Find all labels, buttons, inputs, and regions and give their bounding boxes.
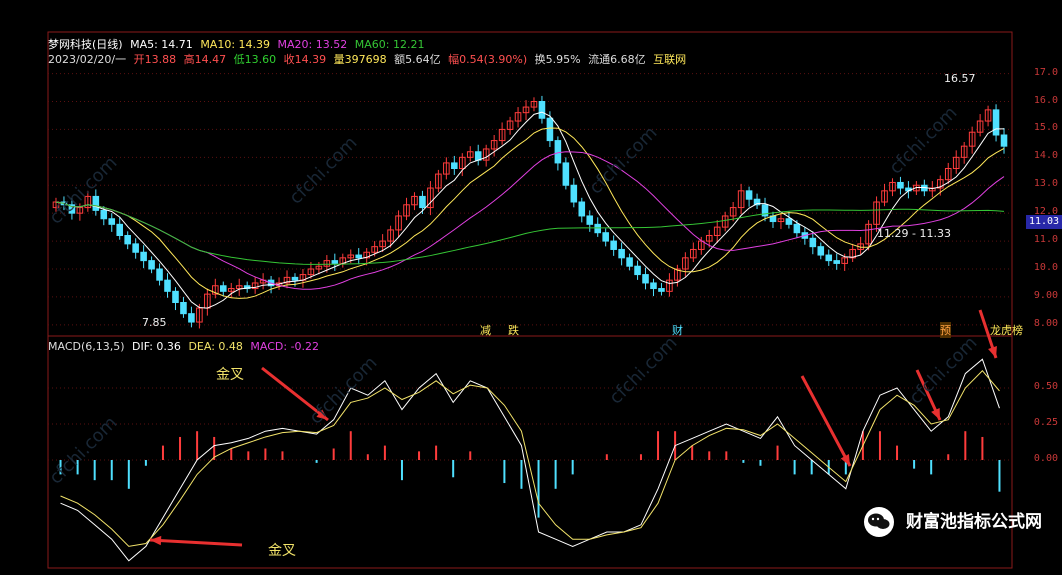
price-tick-label: 11.0 [1033,234,1058,246]
macd-name[interactable]: MACD(6,13,5) [48,340,125,353]
candle-body [745,190,753,200]
candle-body [897,181,904,189]
candle-body [474,151,482,161]
golden-cross-label: 金叉 [216,367,244,383]
candle-body [156,268,163,281]
candle-body [578,201,586,217]
candle-body [164,279,171,292]
brand-text: 财富池指标公式网 [906,512,1042,532]
candle-body [546,117,554,142]
candle-body [833,260,841,264]
candle-body [658,288,665,292]
candle-body [148,260,155,270]
candle-body [618,248,625,259]
candle-body [140,251,147,262]
annotation-arrow [149,538,243,547]
candle-body [634,265,641,276]
candle-body [785,218,793,225]
event-marker[interactable]: 预 [940,322,951,338]
candle-body [132,243,139,253]
stock-chart-window: 梦网科技(日线) MA5: 14.71 MA10: 14.39 MA20: 13… [0,0,1062,575]
candle-body [602,232,609,242]
dea-line [60,369,1000,547]
price-tick-label: 10.0 [1033,262,1058,273]
annotation-arrow [800,375,852,467]
annotation-arrowhead [988,346,997,358]
high-label: 16.57 [944,72,976,85]
golden-cross-label: 金叉 [268,543,296,559]
candle-body [1000,134,1008,147]
candle-body [451,162,458,170]
price-tick-label: 15.0 [1033,122,1058,134]
macd-tick-label: 0.25 [1033,417,1058,428]
candle-body [116,223,124,236]
candle-body [219,285,227,292]
chart-canvas [47,31,1013,569]
candle-body [180,302,187,315]
macd-legend-row: MACD(6,13,5) DIF: 0.36 DEA: 0.48 MACD: -… [48,340,323,354]
candle-body [92,195,100,211]
macd-tick-label: 0.00 [1033,453,1058,464]
price-tick-label: 9.00 [1033,289,1058,301]
candle-body [538,101,546,119]
candle-body [291,276,299,281]
candle-body [172,290,179,304]
price-pane-border [47,31,1013,337]
ma10-line [55,127,1005,299]
candle-body [331,260,339,264]
candle-body [642,274,649,284]
macd-tick-label: 0.50 [1033,381,1058,392]
event-marker[interactable]: 减 [480,322,491,338]
candle-body [108,218,116,225]
event-marker[interactable]: 跌 [508,322,519,338]
dif-value: DIF: 0.36 [132,340,181,353]
ma20-line [55,151,1005,290]
candle-body [817,246,825,256]
candle-body [100,209,108,220]
macd-value: MACD: -0.22 [250,340,320,353]
price-tick-label: 17.0 [1033,66,1058,78]
candle-body [650,282,657,290]
candle-body [992,109,1000,136]
wechat-icon [864,507,895,537]
range-label: 11.29 - 11.33 [877,227,951,240]
price-tick-label: 14.0 [1033,150,1058,162]
candle-body [188,313,195,323]
current-price-tag: 11.03 [1026,215,1062,229]
candle-body [825,254,833,262]
dif-line [60,358,1000,562]
candle-body [610,240,617,250]
candle-body [594,223,602,234]
price-tick-label: 16.0 [1033,94,1058,106]
low-label: 7.85 [142,316,167,329]
candle-body [419,195,426,209]
price-tick-label: 13.0 [1033,178,1058,190]
candle-body [562,162,570,186]
candle-body [124,235,131,245]
event-marker[interactable]: 财 [672,322,683,338]
dea-value: DEA: 0.48 [188,340,243,353]
candle-body [626,257,633,267]
candle-body [809,237,817,248]
candle-body [355,254,363,259]
candle-body [586,215,594,225]
event-marker[interactable]: 龙虎榜 [990,322,1023,338]
price-tick-label: 8.00 [1033,317,1058,329]
brand-label: 财富池指标公式网 [864,507,1042,537]
ma60-line [55,201,1005,265]
candle-body [793,223,801,234]
candle-body [554,140,562,164]
candle-body [570,184,578,203]
